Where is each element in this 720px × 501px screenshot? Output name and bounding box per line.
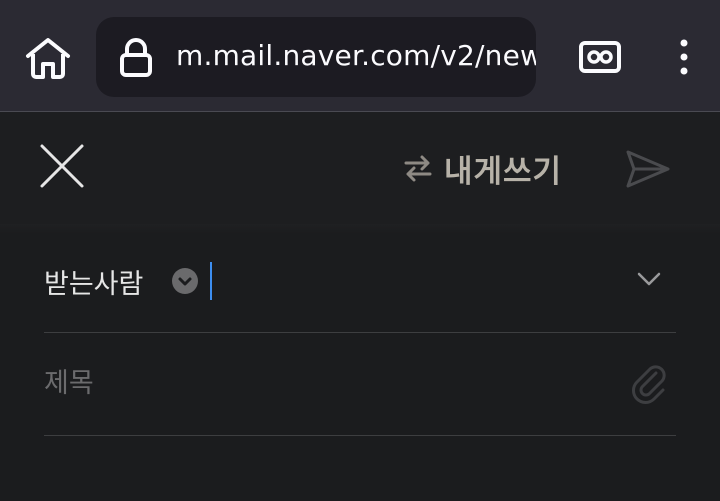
home-icon[interactable] [22,34,74,82]
compose-header [0,112,720,224]
paperclip-icon[interactable] [630,363,670,405]
recipient-row[interactable]: 받는사람 [44,232,676,333]
url-text[interactable]: m.mail.naver.com/v2/new [176,39,536,72]
subject-row [44,333,676,436]
compose-title[interactable]: 내게쓰기 [444,146,562,191]
reader-mode-icon[interactable] [578,40,622,76]
browser-toolbar: m.mail.naver.com/v2/new [0,0,720,112]
text-caret[interactable] [210,262,212,300]
subject-input[interactable] [44,361,604,405]
chevron-down-icon[interactable] [634,264,664,294]
swap-icon [402,152,434,184]
chevron-down-circle-icon[interactable] [172,268,198,294]
send-icon[interactable] [622,146,672,192]
close-icon[interactable] [38,142,86,190]
more-vert-icon[interactable] [670,36,698,80]
address-bar[interactable]: m.mail.naver.com/v2/new [96,17,536,97]
lock-icon [118,37,154,79]
recipient-label: 받는사람 [44,269,144,300]
